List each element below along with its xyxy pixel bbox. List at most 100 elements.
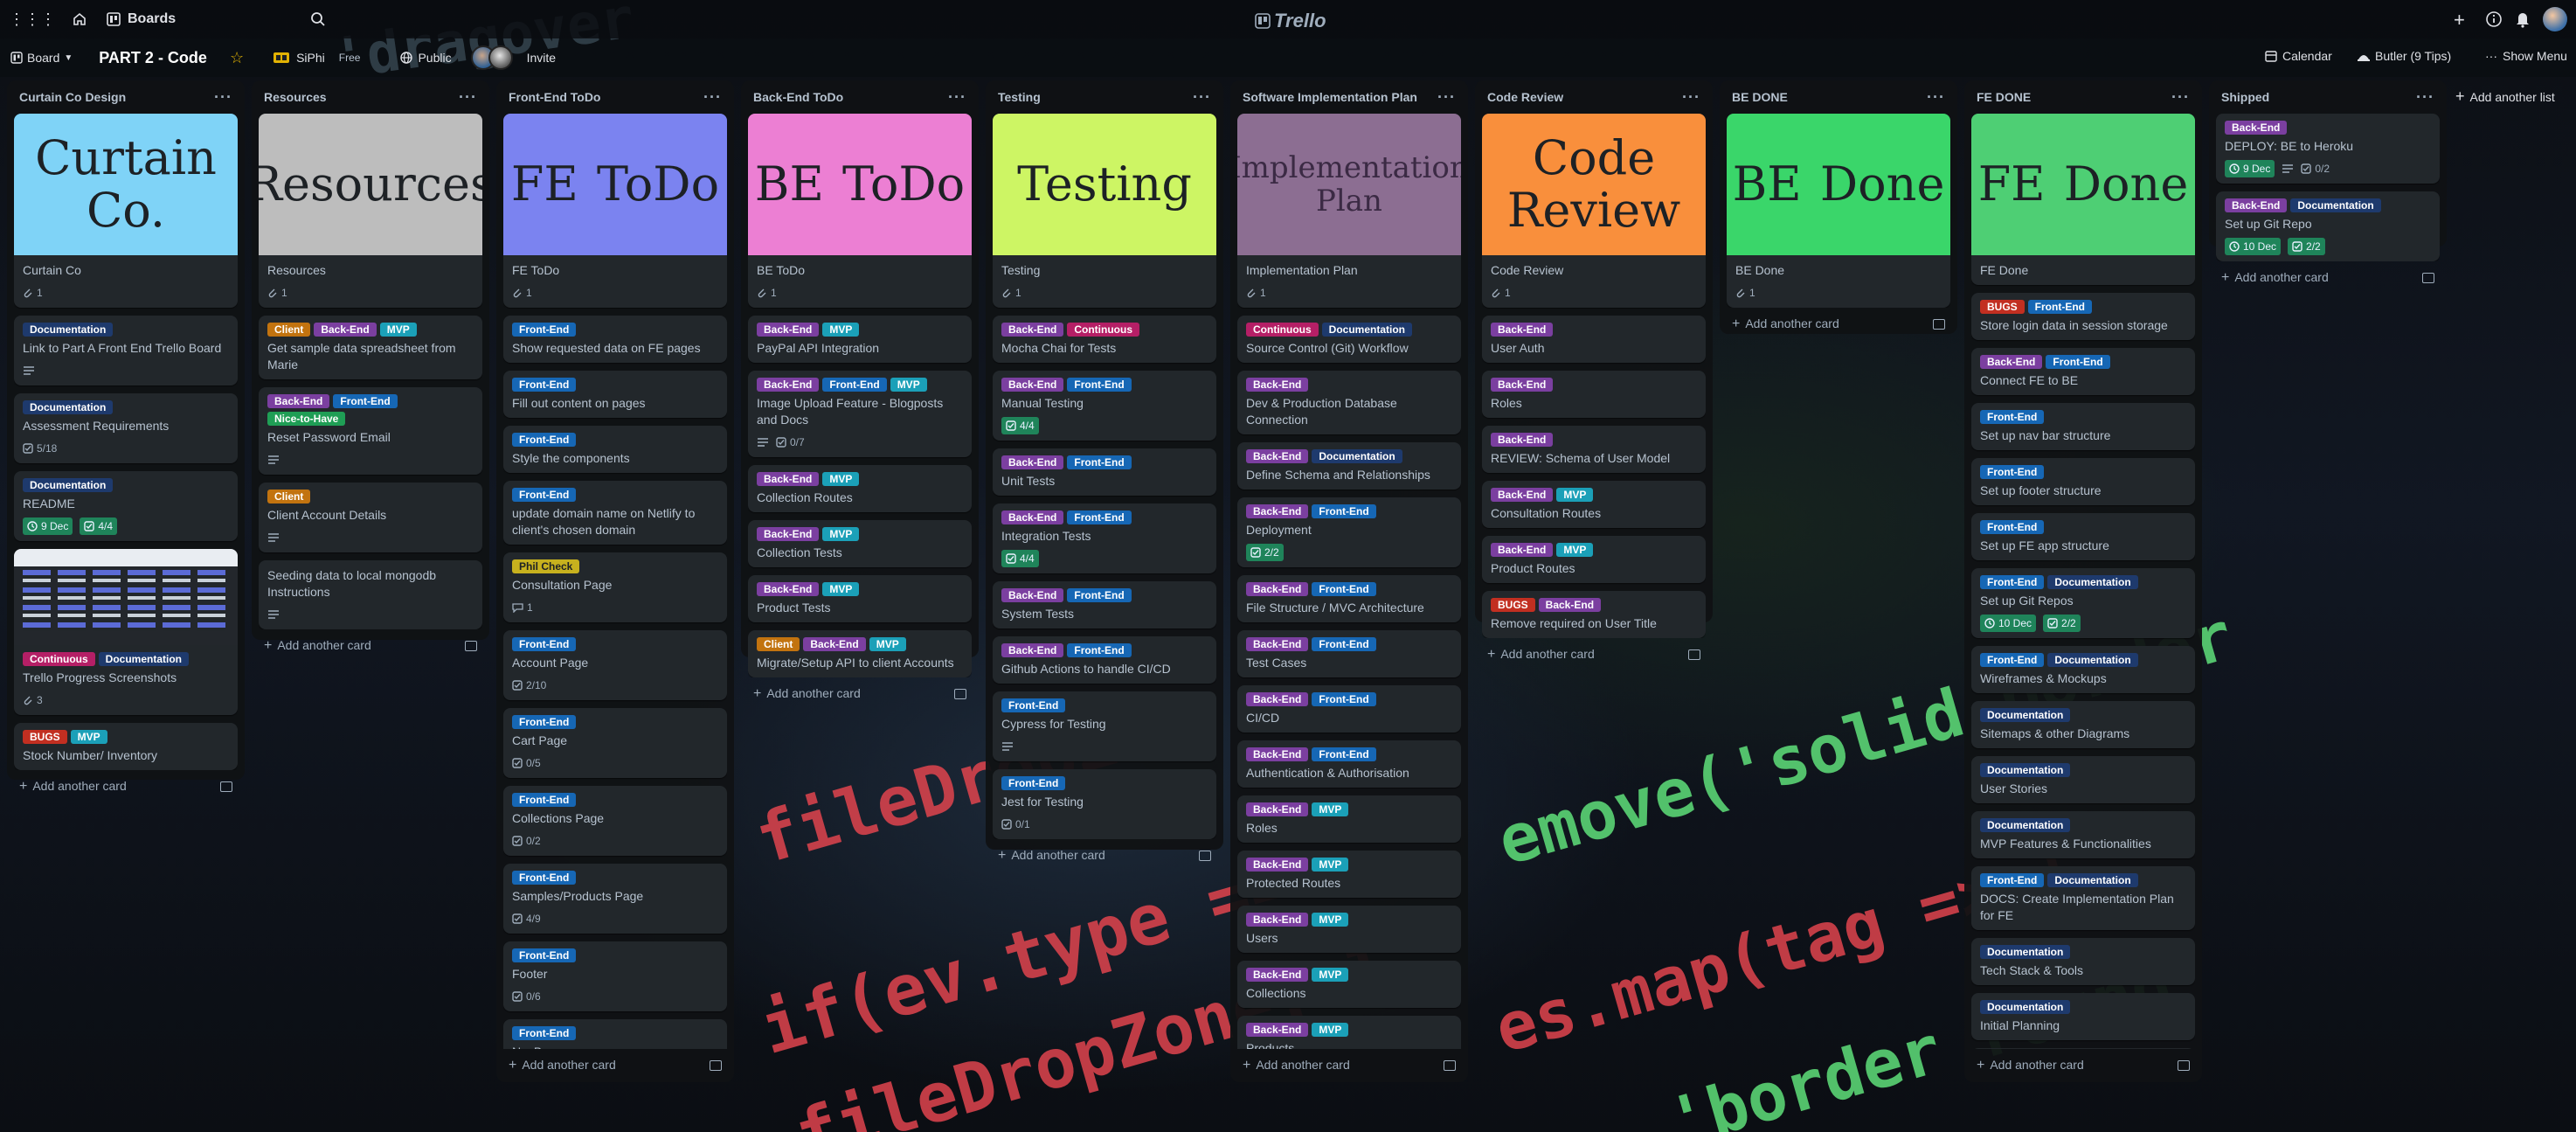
info-icon[interactable]: [2485, 10, 2503, 28]
list-title[interactable]: Resources: [264, 90, 327, 104]
label-back-end[interactable]: Back-End: [1001, 588, 1064, 602]
card-title[interactable]: Protected Routes: [1246, 875, 1452, 892]
card-title[interactable]: Set up Git Repo: [2225, 216, 2431, 233]
card[interactable]: Front-End Footer 0/6: [503, 941, 727, 1011]
label-back-end[interactable]: Back-End: [1246, 582, 1309, 596]
card[interactable]: Client Back-End MVP Migrate/Setup API to cl…: [748, 630, 972, 677]
card[interactable]: Front-End Samples/Products Page 4/9: [503, 864, 727, 934]
card[interactable]: Documentation Initial Planning: [1971, 993, 2195, 1040]
member-avatar[interactable]: [488, 45, 513, 70]
list-title[interactable]: Testing: [998, 90, 1041, 104]
label-front-end[interactable]: Front-End: [512, 1026, 577, 1040]
label-front-end[interactable]: Front-End: [333, 394, 398, 408]
label-back-end[interactable]: Back-End: [757, 323, 820, 337]
card-title[interactable]: Set up nav bar structure: [1980, 427, 2186, 444]
card-title[interactable]: Roles: [1246, 820, 1452, 837]
card[interactable]: Front-End Show requested data on FE pages: [503, 316, 727, 363]
card[interactable]: Front-End Collections Page 0/2: [503, 786, 727, 856]
add-card-button[interactable]: + Add another card: [503, 1049, 727, 1075]
card[interactable]: Back-End MVP Product Routes: [1482, 536, 1706, 583]
label-front-end[interactable]: Front-End: [512, 715, 577, 729]
label-front-end[interactable]: Front-End: [1001, 698, 1066, 712]
card[interactable]: Documentation MVP Features & Functionalit…: [1971, 811, 2195, 858]
card-title[interactable]: Consultation Page: [512, 577, 718, 594]
label-documentation[interactable]: Documentation: [98, 652, 189, 666]
card[interactable]: Back-End MVP Protected Routes: [1237, 851, 1461, 898]
card-template-icon[interactable]: [2422, 273, 2434, 283]
label-front-end[interactable]: Front-End: [1980, 465, 2045, 479]
label-front-end[interactable]: Front-End: [512, 488, 577, 502]
label-mvp[interactable]: MVP: [70, 730, 107, 744]
card[interactable]: Front-End Set up nav bar structure: [1971, 403, 2195, 450]
list-menu-icon[interactable]: ···: [948, 88, 966, 107]
list-menu-icon[interactable]: ···: [703, 88, 722, 107]
label-documentation[interactable]: Documentation: [2290, 198, 2381, 212]
label-front-end[interactable]: Front-End: [1980, 410, 2045, 424]
label-front-end[interactable]: Front-End: [512, 433, 577, 447]
list-title[interactable]: Shipped: [2221, 90, 2269, 104]
card-title[interactable]: Authentication & Authorisation: [1246, 765, 1452, 781]
card-template-icon[interactable]: [1933, 319, 1945, 330]
add-card-button[interactable]: + Add another card: [1727, 308, 1950, 334]
card-title[interactable]: Unit Tests: [1001, 473, 1208, 490]
card-title[interactable]: Cypress for Testing: [1001, 716, 1208, 733]
list-title[interactable]: FE DONE: [1977, 90, 2031, 104]
card-title[interactable]: Jest for Testing: [1001, 794, 1208, 810]
card[interactable]: Front-End Documentation Set up Git Repos 10…: [1971, 568, 2195, 638]
board-title[interactable]: PART 2 - Code: [99, 49, 207, 67]
card[interactable]: Back-End MVP Collections: [1237, 961, 1461, 1008]
list-header[interactable]: FE DONE ···: [1971, 86, 2195, 108]
label-mvp[interactable]: MVP: [1312, 802, 1349, 816]
card[interactable]: Resources Resources 1: [259, 114, 482, 308]
card-title[interactable]: Footer: [512, 966, 718, 983]
list-menu-icon[interactable]: ···: [459, 88, 477, 107]
notifications-bell-icon[interactable]: [2515, 10, 2531, 28]
card-template-icon[interactable]: [465, 641, 477, 651]
label-front-end[interactable]: Front-End: [1980, 575, 2045, 589]
card-title[interactable]: Integration Tests: [1001, 528, 1208, 545]
label-front-end[interactable]: Front-End: [1980, 873, 2045, 887]
list-header[interactable]: Shipped ···: [2216, 86, 2440, 108]
card-template-icon[interactable]: [2178, 1060, 2190, 1071]
label-nice-to-have[interactable]: Nice-to-Have: [267, 412, 346, 426]
list-menu-icon[interactable]: ···: [214, 88, 232, 107]
create-plus-icon[interactable]: +: [2454, 9, 2465, 31]
card-title[interactable]: update domain name on Netlify to client'…: [512, 505, 718, 538]
label-front-end[interactable]: Front-End: [2027, 300, 2092, 314]
card-title[interactable]: Consultation Routes: [1491, 505, 1697, 522]
card-template-icon[interactable]: [220, 781, 232, 792]
label-front-end[interactable]: Front-End: [512, 323, 577, 337]
card[interactable]: Back-End Documentation Define Schema and R…: [1237, 442, 1461, 490]
card-title[interactable]: DOCS: Create Implementation Plan for FE: [1980, 891, 2186, 924]
card-title[interactable]: PayPal API Integration: [757, 340, 963, 357]
card[interactable]: Back-End MVP Product Tests: [748, 575, 972, 622]
label-front-end[interactable]: Front-End: [1067, 643, 1132, 657]
card[interactable]: Testing Testing 1: [993, 114, 1216, 308]
card-title[interactable]: Source Control (Git) Workflow: [1246, 340, 1452, 357]
card-template-icon[interactable]: [1444, 1060, 1456, 1071]
label-bugs[interactable]: BUGS: [23, 730, 67, 744]
label-back-end[interactable]: Back-End: [1246, 1023, 1309, 1037]
list-menu-icon[interactable]: ···: [1927, 88, 1945, 107]
add-list-button[interactable]: + Add another list: [2455, 87, 2555, 106]
card[interactable]: Phil Check Consultation Page 1: [503, 552, 727, 622]
list-header[interactable]: Curtain Co Design ···: [14, 86, 238, 108]
card-title[interactable]: Initial Planning: [1980, 1017, 2186, 1034]
add-card-button[interactable]: + Add another card: [748, 677, 972, 704]
label-front-end[interactable]: Front-End: [1312, 747, 1376, 761]
label-documentation[interactable]: Documentation: [23, 400, 114, 414]
label-documentation[interactable]: Documentation: [1312, 449, 1402, 463]
card-title[interactable]: Curtain Co: [23, 262, 229, 279]
card[interactable]: Back-End MVP Collection Tests: [748, 520, 972, 567]
add-card-button[interactable]: + Add another card: [259, 629, 482, 656]
card[interactable]: Back-End Front-End Github Actions to handl…: [993, 636, 1216, 684]
card[interactable]: Back-End Front-End Authentication & Author…: [1237, 740, 1461, 788]
card-title[interactable]: Reset Password Email: [267, 429, 474, 446]
label-mvp[interactable]: MVP: [379, 323, 417, 337]
card-title[interactable]: BE Done: [1735, 262, 1942, 279]
list-title[interactable]: Software Implementation Plan: [1243, 90, 1417, 104]
label-back-end[interactable]: Back-End: [314, 323, 377, 337]
label-documentation[interactable]: Documentation: [1980, 945, 2071, 959]
card[interactable]: Back-End Front-End Test Cases: [1237, 630, 1461, 677]
card-title[interactable]: Get sample data spreadsheet from Marie: [267, 340, 474, 373]
